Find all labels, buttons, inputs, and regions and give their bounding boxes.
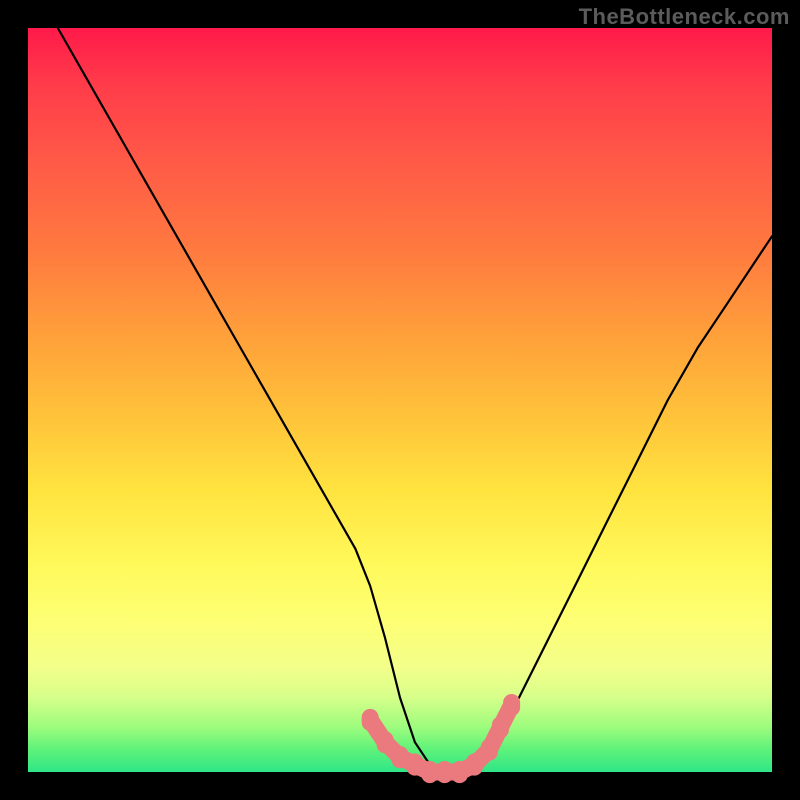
curve-marker — [392, 746, 409, 768]
curve-marker — [421, 761, 438, 783]
curve-marker — [377, 731, 394, 753]
curve-marker — [466, 754, 483, 776]
curve-marker — [362, 709, 379, 731]
branding-watermark: TheBottleneck.com — [579, 4, 790, 30]
curve-marker — [436, 761, 453, 783]
chart-frame: TheBottleneck.com — [0, 0, 800, 800]
plot-area — [28, 28, 772, 772]
curve-marker — [481, 739, 498, 761]
bottleneck-curve-svg — [28, 28, 772, 772]
curve-markers — [362, 694, 520, 783]
bottleneck-curve — [58, 28, 772, 772]
curve-marker — [492, 716, 509, 738]
curve-marker — [406, 754, 423, 776]
curve-marker — [451, 761, 468, 783]
curve-marker — [503, 694, 520, 716]
